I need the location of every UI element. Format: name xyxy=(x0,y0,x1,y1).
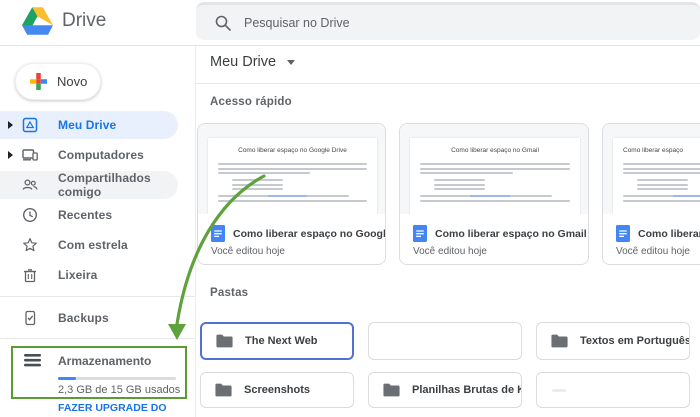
file-card-gmail-doc[interactable]: Como liberar espaço no Gmail Como libera… xyxy=(399,123,589,265)
folder-name: The Next Web xyxy=(245,335,318,347)
storage-progress-bar xyxy=(58,377,176,380)
search-icon xyxy=(215,15,231,31)
sidebar-section-divider xyxy=(0,338,195,339)
sidebar-item-label: Recentes xyxy=(58,208,113,222)
sidebar-item-label: Computadores xyxy=(58,148,144,162)
folders-label: Pastas xyxy=(210,287,249,299)
sidebar-item-label: Com estrela xyxy=(58,238,128,252)
file-card-title: Como liberar e xyxy=(638,228,700,240)
folder-tile-empty[interactable] xyxy=(536,372,690,408)
file-card-subtitle: Você editou hoje xyxy=(616,246,690,257)
folder-icon xyxy=(383,383,400,397)
plus-icon xyxy=(30,73,47,90)
quick-access-label: Acesso rápido xyxy=(210,96,292,108)
drive-logo-icon xyxy=(22,7,53,35)
folder-icon xyxy=(551,334,568,348)
sidebar-item-label: Lixeira xyxy=(58,268,98,282)
doc-preview: Como liberar espaço no Google Drive xyxy=(198,124,385,216)
storage-progress-fill xyxy=(58,377,76,380)
my-drive-icon xyxy=(22,117,38,133)
search-input[interactable] xyxy=(244,15,644,30)
folder-tile-textos-em-portugues[interactable]: Textos em Português xyxy=(536,322,690,360)
sidebar-item-compartilhados[interactable]: Compartilhados comigo xyxy=(0,171,178,199)
doc-preview: Como liberar espaço xyxy=(603,124,700,216)
upgrade-storage-link[interactable]: FAZER UPGRADE DO ARMAZENAMENTO xyxy=(58,402,167,417)
sidebar-item-label: Compartilhados comigo xyxy=(58,171,151,199)
file-card-google-drive-doc[interactable]: Como liberar espaço no Google Drive Como… xyxy=(197,123,386,265)
sidebar-divider xyxy=(195,46,196,417)
sidebar-item-label: Backups xyxy=(58,311,109,325)
search-bar[interactable] xyxy=(196,2,700,40)
google-drive-window: Drive Novo Meu Drive xyxy=(0,0,700,417)
folder-name-placeholder xyxy=(552,388,566,392)
new-button[interactable]: Novo xyxy=(15,63,101,100)
backups-icon xyxy=(25,310,36,326)
computers-icon xyxy=(22,149,38,161)
doc-preview-page: Como liberar espaço xyxy=(613,138,700,216)
file-card-title: Como liberar espaço no Gmail xyxy=(435,228,587,240)
file-card-subtitle: Você editou hoje xyxy=(413,246,487,257)
page-title: Meu Drive xyxy=(210,54,277,70)
expand-arrow-icon[interactable] xyxy=(8,121,13,129)
starred-icon xyxy=(23,238,37,252)
google-docs-icon xyxy=(211,225,225,242)
storage-usage-text: 2,3 GB de 15 GB usados xyxy=(58,384,181,396)
sidebar-item-label: Meu Drive xyxy=(58,118,117,132)
file-card-third-doc[interactable]: Como liberar espaço Como liberar e Você … xyxy=(602,123,700,265)
header-divider xyxy=(0,45,700,46)
doc-preview: Como liberar espaço no Gmail xyxy=(400,124,588,216)
doc-preview-title: Como liberar espaço no Gmail xyxy=(451,147,539,154)
storage-icon xyxy=(24,354,41,367)
storage-title: Armazenamento xyxy=(58,354,152,368)
trash-icon xyxy=(24,269,36,283)
folder-icon xyxy=(215,383,232,397)
doc-preview-title: Como liberar espaço no Google Drive xyxy=(238,147,347,154)
doc-preview-title: Como liberar espaço xyxy=(623,147,683,154)
sidebar-item-meu-drive[interactable]: Meu Drive xyxy=(0,111,178,139)
folder-name: Planilhas Brutas de K... xyxy=(412,384,521,396)
drive-logo[interactable]: Drive xyxy=(22,7,106,35)
sidebar-item-backups[interactable]: Backups xyxy=(0,304,178,332)
shared-with-me-icon xyxy=(22,179,38,190)
folder-name: Textos em Português xyxy=(580,335,689,347)
chevron-down-icon[interactable] xyxy=(287,59,296,65)
sidebar-section-divider xyxy=(0,296,195,297)
folder-tile-screenshots[interactable]: Screenshots xyxy=(200,372,354,408)
doc-preview-page: Como liberar espaço no Google Drive xyxy=(208,138,377,216)
content-divider xyxy=(196,83,700,84)
folder-name: Screenshots xyxy=(244,384,311,396)
folder-tile-empty[interactable] xyxy=(368,322,522,360)
upgrade-line1: FAZER UPGRADE DO xyxy=(58,402,167,414)
google-docs-icon xyxy=(413,225,427,242)
folder-tile-planilhas-brutas[interactable]: Planilhas Brutas de K... xyxy=(368,372,522,408)
sidebar-item-lixeira[interactable]: Lixeira xyxy=(0,261,178,289)
file-card-footer: Como liberar e Você editou hoje xyxy=(603,214,700,264)
breadcrumb-my-drive[interactable]: Meu Drive xyxy=(210,54,296,70)
new-button-label: Novo xyxy=(57,74,88,89)
file-card-title: Como liberar espaço no Google... xyxy=(233,228,386,240)
file-card-subtitle: Você editou hoje xyxy=(211,246,285,257)
sidebar-item-com-estrela[interactable]: Com estrela xyxy=(0,231,178,259)
expand-arrow-icon[interactable] xyxy=(8,151,13,159)
doc-preview-page: Como liberar espaço no Gmail xyxy=(410,138,580,216)
app-title: Drive xyxy=(62,10,107,31)
sidebar-item-recentes[interactable]: Recentes xyxy=(0,201,178,229)
file-card-footer: Como liberar espaço no Google... Você ed… xyxy=(198,214,385,264)
file-card-footer: Como liberar espaço no Gmail Você editou… xyxy=(400,214,588,264)
google-docs-icon xyxy=(616,225,630,242)
recent-icon xyxy=(22,207,38,223)
folder-tile-the-next-web[interactable]: The Next Web xyxy=(200,322,354,360)
folder-icon xyxy=(216,334,233,348)
sidebar-item-computadores[interactable]: Computadores xyxy=(0,141,178,169)
